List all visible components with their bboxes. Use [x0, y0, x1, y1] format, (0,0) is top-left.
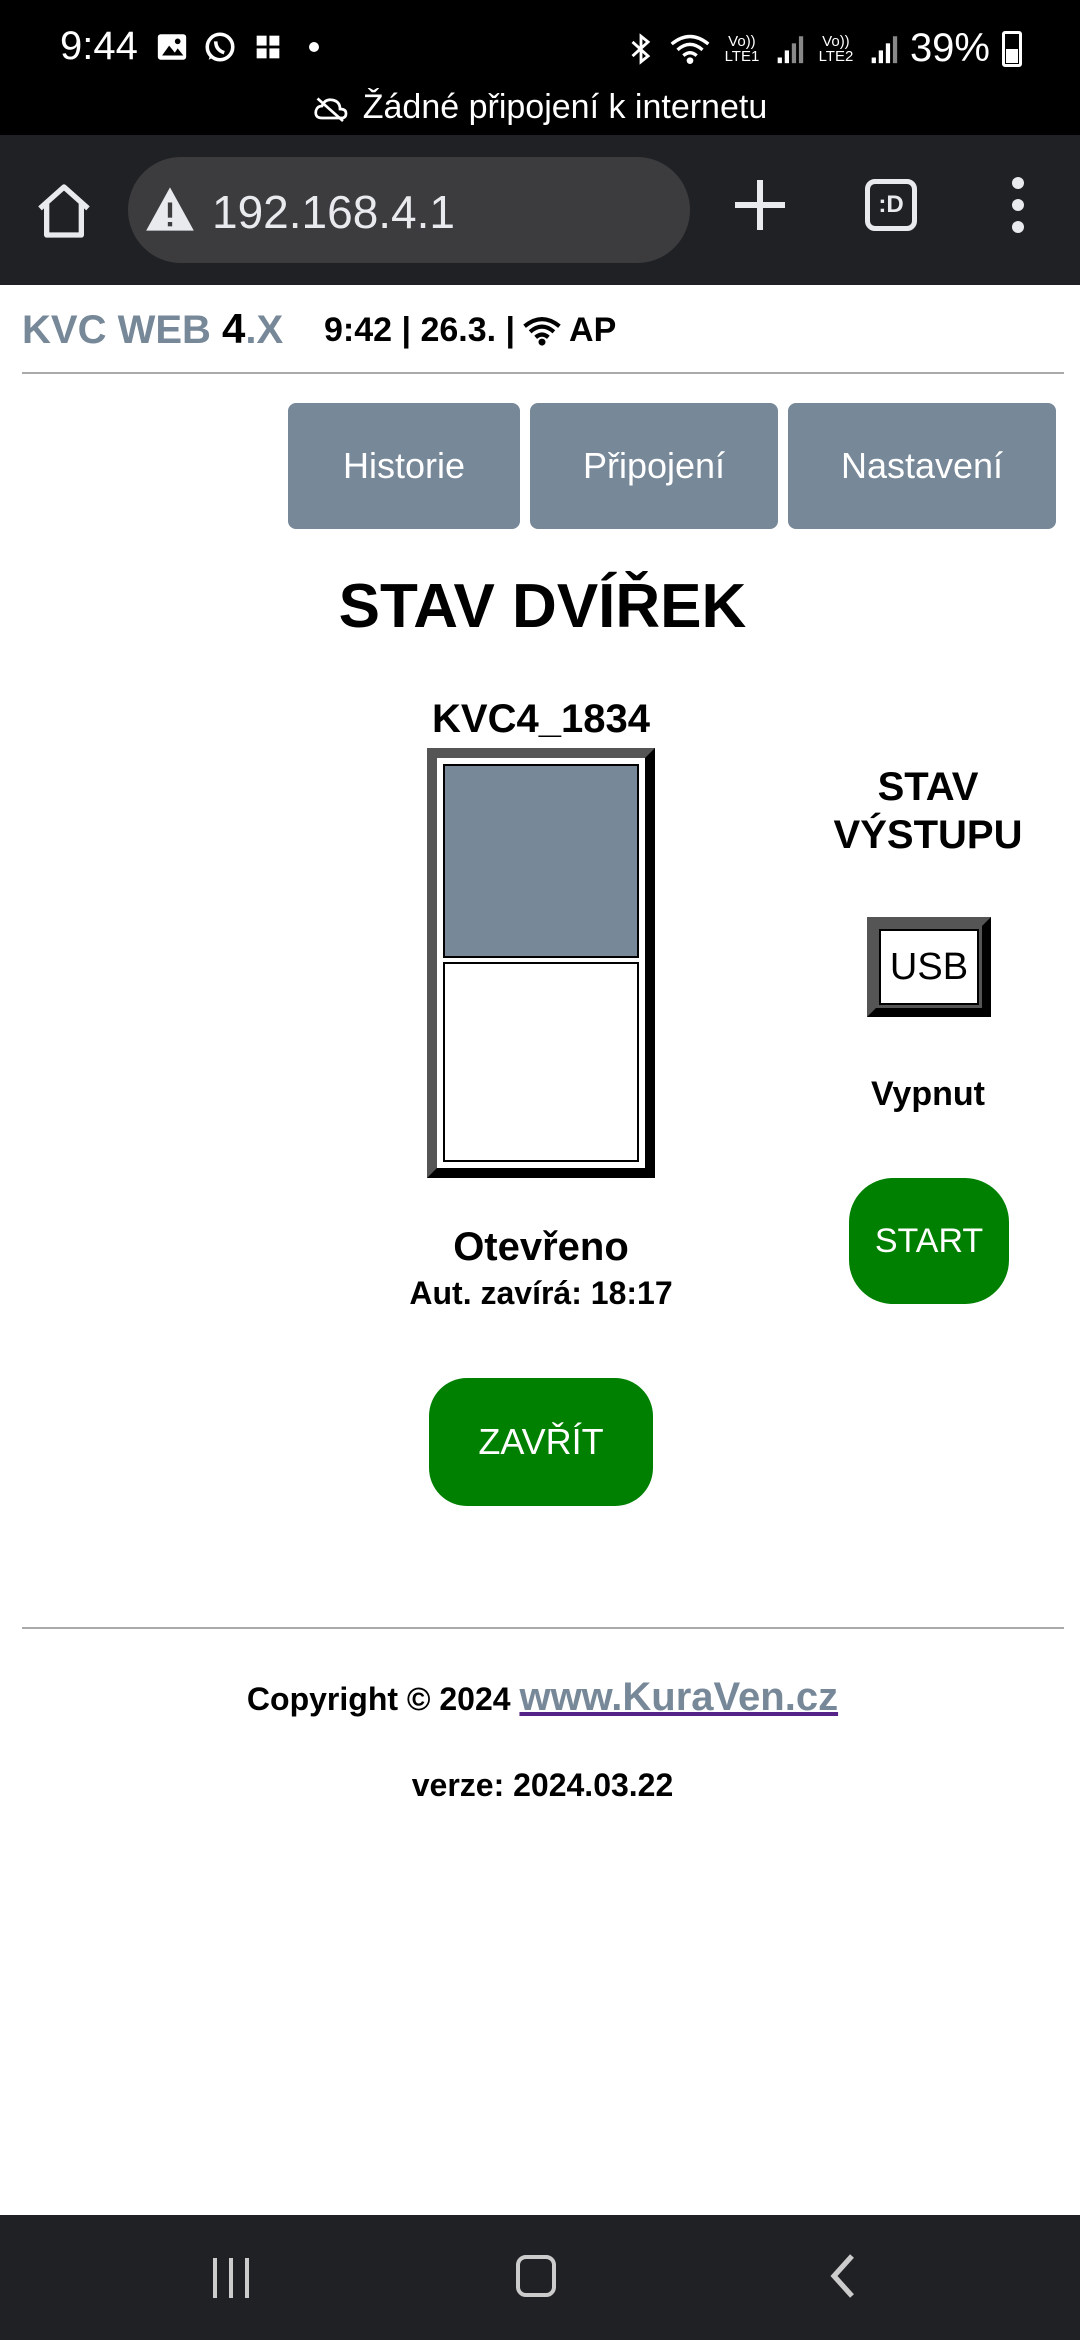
output-state: Vypnut: [871, 1075, 985, 1113]
gallery-icon: [157, 34, 187, 60]
wifi-icon: [523, 316, 561, 346]
tab-switcher-button[interactable]: :D: [865, 179, 917, 231]
address-bar[interactable]: 192.168.4.1: [128, 157, 690, 263]
close-door-button[interactable]: ZAVŘÍT: [429, 1378, 653, 1506]
apps-icon: [256, 35, 280, 59]
footer-divider: [22, 1627, 1064, 1629]
new-tab-icon[interactable]: [730, 175, 790, 235]
copyright-line: Copyright © 2024 www.KuraVen.cz: [0, 1675, 1080, 1720]
offline-banner: Žádné připojení k internetu: [0, 88, 1080, 127]
whatsapp-icon: [205, 32, 235, 62]
settings-button[interactable]: Nastavení: [788, 403, 1056, 529]
status-time: 9:44: [60, 24, 138, 68]
connection-button[interactable]: Připojení: [530, 403, 778, 529]
bluetooth-icon: [631, 32, 651, 65]
auto-close-time: Aut. zavírá: 18:17: [409, 1275, 673, 1311]
divider: [22, 372, 1064, 374]
menu-icon[interactable]: [1008, 171, 1028, 247]
output-title: STAV VÝSTUPU: [800, 763, 1056, 859]
page-header: KVC WEB 4.X 9:42 | 26.3. | AP: [22, 305, 1062, 365]
status-bar: 9:44 Vo)) LTE1 Vo)) LTE2 39% Žádné připo…: [0, 0, 1080, 135]
output-title-line2: VÝSTUPU: [833, 813, 1023, 857]
history-button[interactable]: Historie: [288, 403, 520, 529]
battery-icon: [1002, 30, 1022, 67]
signal1-icon: [777, 35, 804, 63]
sim2-label: Vo)) LTE2: [818, 32, 854, 65]
web-page: KVC WEB 4.X 9:42 | 26.3. | AP Historie P…: [0, 285, 1080, 2215]
brand-version: 4: [222, 305, 246, 352]
brand-name: KVC WEB: [22, 308, 222, 352]
website-link[interactable]: www.KuraVen.cz: [519, 1675, 838, 1719]
battery-percent: 39%: [909, 26, 990, 70]
system-icons: Vo)) LTE1 Vo)) LTE2 39%: [624, 26, 1022, 71]
notification-icons: [155, 30, 319, 64]
offline-text: Žádné připojení k internetu: [362, 88, 768, 126]
usb-label: USB: [879, 929, 979, 1005]
recent-apps-button[interactable]: [213, 2258, 249, 2298]
page-title: STAV DVÍŘEK: [338, 572, 747, 641]
browser-toolbar: 192.168.4.1 :D: [0, 135, 1080, 285]
device-name: KVC4_1834: [432, 697, 650, 741]
brand-logo: KVC WEB 4.X: [22, 305, 283, 353]
copyright-text: Copyright © 2024: [246, 1681, 520, 1717]
signal2-icon: [871, 35, 898, 63]
url-text[interactable]: 192.168.4.1: [212, 185, 455, 239]
more-notifications-dot: [309, 42, 319, 52]
device-time-date: 9:42 | 26.3. |: [324, 311, 516, 349]
system-nav-bar: [0, 2215, 1080, 2340]
brand-suffix: .X: [245, 308, 284, 352]
cloud-off-icon: [314, 97, 348, 123]
firmware-version: verze: 2024.03.22: [411, 1767, 674, 1803]
warning-icon[interactable]: [144, 185, 196, 233]
door-lower-panel: [443, 962, 639, 1162]
home-icon[interactable]: [32, 179, 96, 243]
home-button[interactable]: [516, 2255, 556, 2297]
back-button[interactable]: [824, 2251, 864, 2301]
wifi-mode: AP: [569, 311, 617, 349]
device-status-line: 9:42 | 26.3. | AP: [324, 311, 616, 350]
wifi-icon: [670, 34, 710, 64]
door-upper-panel: [443, 764, 639, 958]
door-state: Otevřeno: [453, 1225, 629, 1269]
door-frame: [437, 758, 645, 1168]
door-indicator: [427, 748, 655, 1178]
sim1-label: Vo)) LTE1: [724, 32, 760, 65]
start-output-button[interactable]: START: [849, 1178, 1009, 1304]
output-title-line1: STAV: [877, 765, 979, 809]
usb-output-indicator: USB: [867, 917, 991, 1017]
